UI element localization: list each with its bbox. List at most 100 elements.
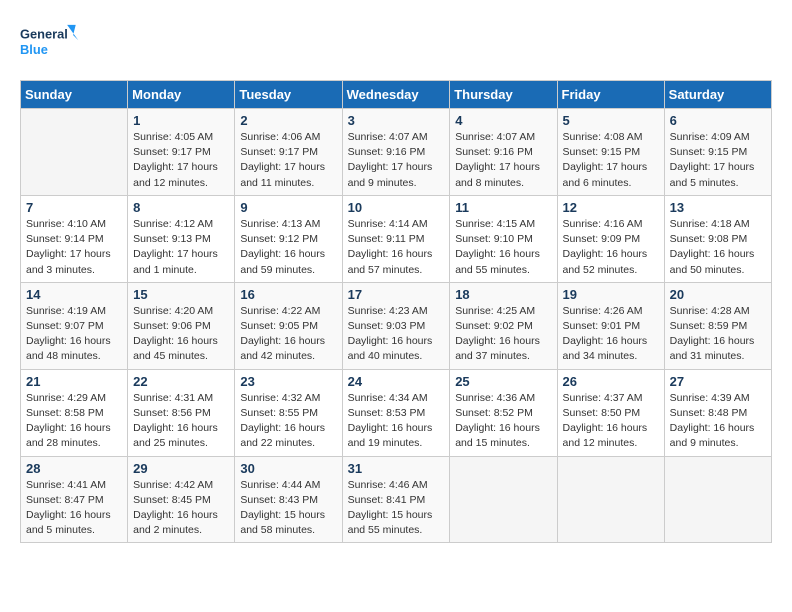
header-sunday: Sunday	[21, 81, 128, 109]
calendar-cell	[21, 109, 128, 196]
header-thursday: Thursday	[450, 81, 557, 109]
day-number: 16	[240, 287, 336, 302]
day-info: Sunrise: 4:36 AM Sunset: 8:52 PM Dayligh…	[455, 391, 551, 452]
calendar-cell: 21 Sunrise: 4:29 AM Sunset: 8:58 PM Dayl…	[21, 369, 128, 456]
day-info: Sunrise: 4:07 AM Sunset: 9:16 PM Dayligh…	[455, 130, 551, 191]
calendar-cell: 13 Sunrise: 4:18 AM Sunset: 9:08 PM Dayl…	[664, 195, 771, 282]
day-info: Sunrise: 4:19 AM Sunset: 9:07 PM Dayligh…	[26, 304, 122, 365]
day-number: 17	[348, 287, 445, 302]
calendar-cell: 7 Sunrise: 4:10 AM Sunset: 9:14 PM Dayli…	[21, 195, 128, 282]
header-monday: Monday	[128, 81, 235, 109]
day-number: 26	[563, 374, 659, 389]
day-number: 31	[348, 461, 445, 476]
calendar-cell: 2 Sunrise: 4:06 AM Sunset: 9:17 PM Dayli…	[235, 109, 342, 196]
day-info: Sunrise: 4:10 AM Sunset: 9:14 PM Dayligh…	[26, 217, 122, 278]
calendar-cell: 23 Sunrise: 4:32 AM Sunset: 8:55 PM Dayl…	[235, 369, 342, 456]
day-info: Sunrise: 4:09 AM Sunset: 9:15 PM Dayligh…	[670, 130, 766, 191]
day-number: 12	[563, 200, 659, 215]
calendar-cell: 11 Sunrise: 4:15 AM Sunset: 9:10 PM Dayl…	[450, 195, 557, 282]
day-info: Sunrise: 4:25 AM Sunset: 9:02 PM Dayligh…	[455, 304, 551, 365]
day-info: Sunrise: 4:37 AM Sunset: 8:50 PM Dayligh…	[563, 391, 659, 452]
day-info: Sunrise: 4:08 AM Sunset: 9:15 PM Dayligh…	[563, 130, 659, 191]
calendar-week-2: 7 Sunrise: 4:10 AM Sunset: 9:14 PM Dayli…	[21, 195, 772, 282]
calendar-cell: 29 Sunrise: 4:42 AM Sunset: 8:45 PM Dayl…	[128, 456, 235, 543]
day-number: 13	[670, 200, 766, 215]
day-number: 14	[26, 287, 122, 302]
day-info: Sunrise: 4:46 AM Sunset: 8:41 PM Dayligh…	[348, 478, 445, 539]
calendar-cell: 1 Sunrise: 4:05 AM Sunset: 9:17 PM Dayli…	[128, 109, 235, 196]
day-number: 11	[455, 200, 551, 215]
calendar-table: SundayMondayTuesdayWednesdayThursdayFrid…	[20, 80, 772, 543]
day-info: Sunrise: 4:15 AM Sunset: 9:10 PM Dayligh…	[455, 217, 551, 278]
day-info: Sunrise: 4:41 AM Sunset: 8:47 PM Dayligh…	[26, 478, 122, 539]
day-number: 28	[26, 461, 122, 476]
calendar-cell: 15 Sunrise: 4:20 AM Sunset: 9:06 PM Dayl…	[128, 282, 235, 369]
day-number: 7	[26, 200, 122, 215]
day-number: 21	[26, 374, 122, 389]
day-number: 23	[240, 374, 336, 389]
calendar-cell: 25 Sunrise: 4:36 AM Sunset: 8:52 PM Dayl…	[450, 369, 557, 456]
day-number: 19	[563, 287, 659, 302]
svg-text:Blue: Blue	[20, 42, 48, 57]
day-number: 6	[670, 113, 766, 128]
day-number: 9	[240, 200, 336, 215]
calendar-cell: 3 Sunrise: 4:07 AM Sunset: 9:16 PM Dayli…	[342, 109, 450, 196]
logo: General Blue	[20, 20, 80, 64]
calendar-cell: 12 Sunrise: 4:16 AM Sunset: 9:09 PM Dayl…	[557, 195, 664, 282]
day-info: Sunrise: 4:44 AM Sunset: 8:43 PM Dayligh…	[240, 478, 336, 539]
day-info: Sunrise: 4:39 AM Sunset: 8:48 PM Dayligh…	[670, 391, 766, 452]
calendar-week-1: 1 Sunrise: 4:05 AM Sunset: 9:17 PM Dayli…	[21, 109, 772, 196]
page-header: General Blue	[20, 20, 772, 64]
calendar-cell	[450, 456, 557, 543]
day-info: Sunrise: 4:31 AM Sunset: 8:56 PM Dayligh…	[133, 391, 229, 452]
day-info: Sunrise: 4:29 AM Sunset: 8:58 PM Dayligh…	[26, 391, 122, 452]
calendar-cell: 9 Sunrise: 4:13 AM Sunset: 9:12 PM Dayli…	[235, 195, 342, 282]
day-number: 25	[455, 374, 551, 389]
calendar-cell: 5 Sunrise: 4:08 AM Sunset: 9:15 PM Dayli…	[557, 109, 664, 196]
day-info: Sunrise: 4:16 AM Sunset: 9:09 PM Dayligh…	[563, 217, 659, 278]
svg-text:General: General	[20, 27, 68, 42]
day-number: 20	[670, 287, 766, 302]
day-info: Sunrise: 4:23 AM Sunset: 9:03 PM Dayligh…	[348, 304, 445, 365]
calendar-cell: 17 Sunrise: 4:23 AM Sunset: 9:03 PM Dayl…	[342, 282, 450, 369]
day-number: 10	[348, 200, 445, 215]
day-info: Sunrise: 4:18 AM Sunset: 9:08 PM Dayligh…	[670, 217, 766, 278]
day-info: Sunrise: 4:32 AM Sunset: 8:55 PM Dayligh…	[240, 391, 336, 452]
calendar-cell: 31 Sunrise: 4:46 AM Sunset: 8:41 PM Dayl…	[342, 456, 450, 543]
calendar-cell: 8 Sunrise: 4:12 AM Sunset: 9:13 PM Dayli…	[128, 195, 235, 282]
day-info: Sunrise: 4:20 AM Sunset: 9:06 PM Dayligh…	[133, 304, 229, 365]
calendar-cell	[664, 456, 771, 543]
calendar-week-5: 28 Sunrise: 4:41 AM Sunset: 8:47 PM Dayl…	[21, 456, 772, 543]
day-info: Sunrise: 4:14 AM Sunset: 9:11 PM Dayligh…	[348, 217, 445, 278]
day-info: Sunrise: 4:13 AM Sunset: 9:12 PM Dayligh…	[240, 217, 336, 278]
calendar-cell: 30 Sunrise: 4:44 AM Sunset: 8:43 PM Dayl…	[235, 456, 342, 543]
day-info: Sunrise: 4:42 AM Sunset: 8:45 PM Dayligh…	[133, 478, 229, 539]
calendar-cell: 22 Sunrise: 4:31 AM Sunset: 8:56 PM Dayl…	[128, 369, 235, 456]
day-number: 3	[348, 113, 445, 128]
day-info: Sunrise: 4:34 AM Sunset: 8:53 PM Dayligh…	[348, 391, 445, 452]
day-number: 22	[133, 374, 229, 389]
day-number: 24	[348, 374, 445, 389]
calendar-cell: 19 Sunrise: 4:26 AM Sunset: 9:01 PM Dayl…	[557, 282, 664, 369]
day-number: 30	[240, 461, 336, 476]
calendar-cell: 20 Sunrise: 4:28 AM Sunset: 8:59 PM Dayl…	[664, 282, 771, 369]
day-info: Sunrise: 4:22 AM Sunset: 9:05 PM Dayligh…	[240, 304, 336, 365]
calendar-cell: 6 Sunrise: 4:09 AM Sunset: 9:15 PM Dayli…	[664, 109, 771, 196]
calendar-week-3: 14 Sunrise: 4:19 AM Sunset: 9:07 PM Dayl…	[21, 282, 772, 369]
calendar-cell: 28 Sunrise: 4:41 AM Sunset: 8:47 PM Dayl…	[21, 456, 128, 543]
day-number: 15	[133, 287, 229, 302]
calendar-cell: 27 Sunrise: 4:39 AM Sunset: 8:48 PM Dayl…	[664, 369, 771, 456]
day-number: 18	[455, 287, 551, 302]
day-number: 4	[455, 113, 551, 128]
header-wednesday: Wednesday	[342, 81, 450, 109]
day-info: Sunrise: 4:26 AM Sunset: 9:01 PM Dayligh…	[563, 304, 659, 365]
day-number: 8	[133, 200, 229, 215]
day-info: Sunrise: 4:12 AM Sunset: 9:13 PM Dayligh…	[133, 217, 229, 278]
header-tuesday: Tuesday	[235, 81, 342, 109]
header-friday: Friday	[557, 81, 664, 109]
calendar-cell	[557, 456, 664, 543]
day-number: 5	[563, 113, 659, 128]
calendar-cell: 16 Sunrise: 4:22 AM Sunset: 9:05 PM Dayl…	[235, 282, 342, 369]
calendar-header-row: SundayMondayTuesdayWednesdayThursdayFrid…	[21, 81, 772, 109]
calendar-cell: 24 Sunrise: 4:34 AM Sunset: 8:53 PM Dayl…	[342, 369, 450, 456]
